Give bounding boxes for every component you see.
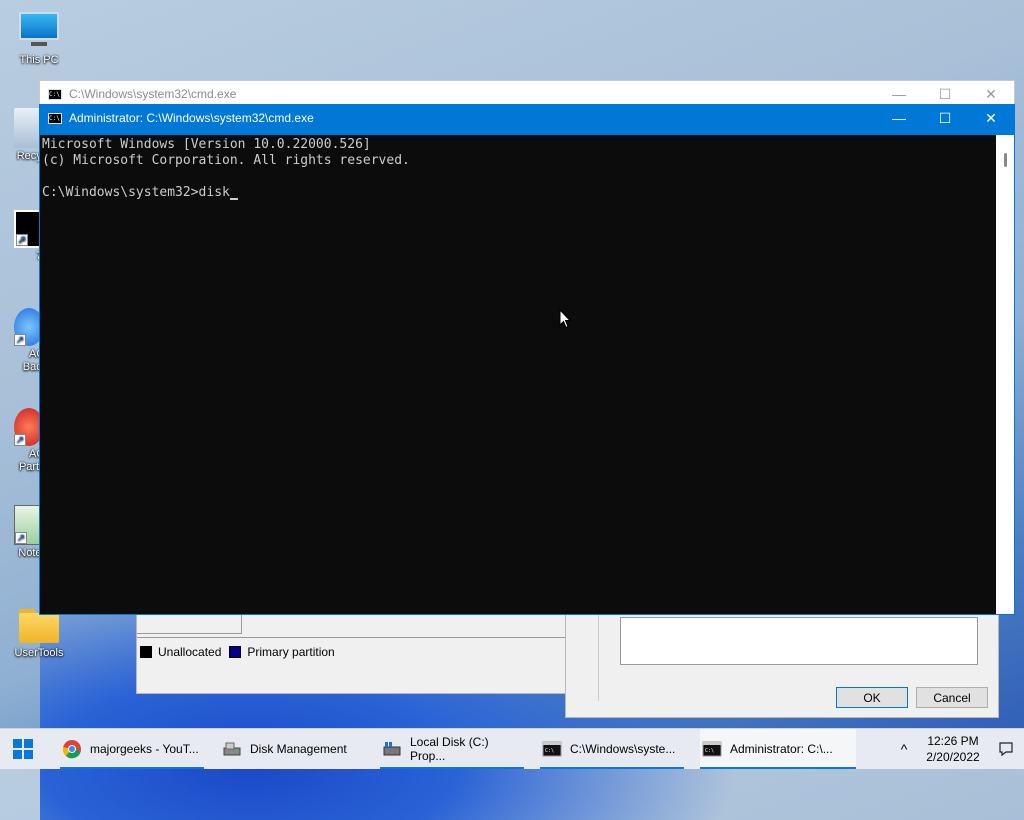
- legend-swatch-unallocated: [140, 646, 152, 658]
- desktop-icon-this-pc[interactable]: This PC: [3, 12, 75, 67]
- taskbar-item-disk-management[interactable]: Disk Management: [220, 729, 364, 769]
- monitor-icon: [19, 12, 59, 52]
- scrollbar-thumb[interactable]: [1004, 153, 1007, 167]
- legend-swatch-primary: [229, 646, 242, 658]
- cmd-icon: C:\: [542, 739, 562, 759]
- minimize-button[interactable]: —: [876, 105, 922, 131]
- console-prompt-line[interactable]: C:\Windows\system32>disk: [42, 185, 994, 201]
- windows-logo-icon: [13, 739, 33, 759]
- shortcut-arrow-icon: ↗: [14, 334, 26, 346]
- maximize-button[interactable]: ☐: [922, 105, 968, 131]
- properties-content-box: [620, 617, 978, 665]
- admin-cmd-window[interactable]: C:\ Administrator: C:\Windows\system32\c…: [39, 104, 1015, 615]
- cmd-icon: C:\: [702, 739, 722, 759]
- shortcut-arrow-icon: ↗: [14, 434, 26, 446]
- running-indicator: [380, 767, 524, 769]
- taskbar-item-label: Disk Management: [250, 742, 347, 756]
- taskbar-item-label: majorgeeks - YouT...: [90, 742, 199, 756]
- running-indicator: [60, 767, 204, 769]
- disk-management-volume-area: [137, 615, 242, 634]
- legend-label-primary: Primary partition: [247, 645, 335, 659]
- mouse-pointer-icon: [559, 309, 571, 329]
- console-input[interactable]: disk: [199, 185, 230, 200]
- console-prompt: C:\Windows\system32>: [42, 185, 199, 200]
- svg-text:C:\: C:\: [545, 748, 554, 754]
- admin-cmd-title: Administrator: C:\Windows\system32\cmd.e…: [69, 111, 314, 125]
- running-indicator: [700, 767, 856, 769]
- divider: [598, 601, 599, 701]
- close-button[interactable]: ✕: [968, 105, 1014, 131]
- running-indicator: [540, 767, 684, 769]
- taskbar-item-chrome[interactable]: majorgeeks - YouT...: [60, 729, 204, 769]
- admin-cmd-titlebar[interactable]: C:\ Administrator: C:\Windows\system32\c…: [40, 105, 1014, 131]
- shortcut-arrow-icon: ↗: [16, 234, 28, 246]
- start-button[interactable]: [0, 729, 46, 769]
- taskbar-item-local-disk-properties[interactable]: Local Disk (C:) Prop...: [380, 729, 524, 769]
- chrome-icon: [62, 739, 82, 759]
- taskbar-item-admin-cmd[interactable]: C:\ Administrator: C:\...: [700, 729, 856, 769]
- desktop-icon-label: This PC: [19, 54, 59, 66]
- taskbar-item-label: Local Disk (C:) Prop...: [410, 735, 489, 763]
- text-cursor: [229, 198, 238, 200]
- cmd-icon: C:\: [48, 88, 62, 100]
- svg-text:C:\: C:\: [705, 748, 714, 754]
- clock[interactable]: 12:26 PM 2/20/2022: [918, 733, 988, 765]
- console-scrollbar[interactable]: [996, 135, 1014, 614]
- divider: [137, 637, 577, 638]
- taskbar: majorgeeks - YouT... Disk Management Loc…: [0, 728, 1024, 769]
- system-tray: ^ 12:26 PM 2/20/2022: [890, 729, 1024, 769]
- legend-label-unallocated: Unallocated: [158, 645, 222, 659]
- cancel-button[interactable]: Cancel: [916, 687, 988, 708]
- console-output[interactable]: Microsoft Windows [Version 10.0.22000.52…: [40, 135, 996, 614]
- clock-time: 12:26 PM: [927, 734, 979, 748]
- disk-legend: Unallocated Primary partition: [140, 645, 335, 659]
- clock-date: 2/20/2022: [926, 750, 980, 764]
- background-cmd-window[interactable]: C:\ C:\Windows\system32\cmd.exe — ☐ ✕: [39, 80, 1015, 106]
- background-cmd-title: C:\Windows\system32\cmd.exe: [69, 87, 237, 101]
- tray-overflow-chevron-icon[interactable]: ^: [890, 741, 918, 757]
- taskbar-item-label: C:\Windows\syste...: [570, 742, 676, 756]
- console-line: Microsoft Windows [Version 10.0.22000.52…: [42, 137, 371, 152]
- shortcut-arrow-icon: ↗: [15, 532, 27, 544]
- disk-management-icon: [222, 739, 242, 759]
- drive-properties-icon: [382, 739, 402, 759]
- taskbar-item-label: Administrator: C:\...: [730, 742, 833, 756]
- cmd-icon: C:\: [48, 112, 62, 124]
- console-line: (c) Microsoft Corporation. All rights re…: [42, 153, 410, 168]
- recycle-bin-icon: [14, 108, 42, 148]
- taskbar-item-cmd[interactable]: C:\ C:\Windows\syste...: [540, 729, 684, 769]
- desktop-icon-label: UserTools: [14, 647, 64, 659]
- ok-button[interactable]: OK: [836, 687, 908, 708]
- notification-icon[interactable]: [988, 741, 1024, 757]
